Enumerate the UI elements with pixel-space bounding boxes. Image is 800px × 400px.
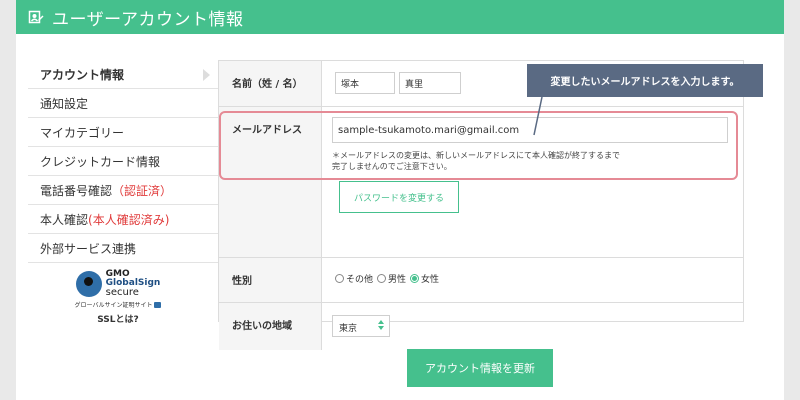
profile-edit-icon — [28, 9, 44, 25]
verified-status: (本人確認済み) — [88, 212, 170, 227]
select-arrows-icon — [378, 320, 384, 330]
sidebar-item-my-category[interactable]: マイカテゴリー — [28, 118, 218, 147]
ssl-sub-text: グローバルサイン証明サイト — [74, 302, 153, 309]
callout-pointer-line — [533, 97, 543, 136]
sidebar-item-identity-verification[interactable]: 本人確認 (本人確認済み) — [28, 205, 218, 234]
sidebar-item-label: 本人確認 — [40, 212, 89, 227]
sidebar-item-label: クレジットカード情報 — [40, 154, 161, 169]
sidebar-item-label: 通知設定 — [40, 96, 89, 111]
sidebar-item-external-services[interactable]: 外部サービス連携 — [28, 234, 218, 263]
gender-row: 性別 その他 男性 女性 — [219, 258, 743, 303]
tooltip-callout: 変更したいメールアドレスを入力します。 — [527, 64, 763, 97]
chevron-right-icon — [203, 69, 210, 81]
page-title: ユーザーアカウント情報 — [52, 9, 244, 30]
ssl-info-link[interactable]: SSLとは? — [68, 312, 168, 325]
sidebar-item-phone-verification[interactable]: 電話番号確認 （認証済） — [28, 176, 218, 205]
sidebar-item-account-info[interactable]: アカウント情報 — [28, 60, 218, 89]
gender-radio-group: その他 男性 女性 — [335, 272, 443, 285]
sidebar-item-label: 電話番号確認 — [40, 183, 113, 198]
sidebar-item-notifications[interactable]: 通知設定 — [28, 89, 218, 118]
sidebar-item-label: アカウント情報 — [40, 67, 125, 82]
region-label: お住いの地域 — [232, 321, 292, 332]
page-header: ユーザーアカウント情報 — [16, 0, 784, 34]
name-label: 名前（姓 / 名） — [232, 79, 303, 90]
globalsign-logo-icon — [75, 271, 102, 297]
ssl-secure-text: secure — [105, 287, 139, 298]
region-select[interactable]: 東京 — [332, 315, 390, 337]
region-select-value: 東京 — [339, 324, 358, 334]
tooltip-text: 変更したいメールアドレスを入力します。 — [550, 77, 740, 88]
sidebar-item-credit-card[interactable]: クレジットカード情報 — [28, 147, 218, 176]
lock-icon — [154, 301, 162, 308]
region-row: お住いの地域 東京 — [219, 303, 743, 350]
radio-label: その他 — [346, 275, 374, 285]
account-form: 名前（姓 / 名） メールアドレス ＊メールアドレスの変更は、新しいメールアドレ… — [218, 60, 744, 350]
gender-label: 性別 — [232, 276, 252, 287]
first-name-input[interactable] — [399, 72, 461, 94]
change-password-button[interactable]: パスワードを変更する — [339, 181, 459, 213]
update-account-button[interactable]: アカウント情報を更新 — [407, 349, 553, 387]
email-highlight-box — [219, 111, 738, 180]
last-name-input[interactable] — [335, 72, 395, 94]
sidebar: アカウント情報 通知設定 マイカテゴリー クレジットカード情報 電話番号確認 （… — [28, 60, 218, 263]
gender-radio-other[interactable] — [335, 274, 344, 283]
radio-label: 男性 — [388, 275, 407, 285]
radio-label: 女性 — [421, 275, 440, 285]
verified-status: （認証済） — [112, 183, 173, 198]
gender-radio-male[interactable] — [377, 274, 387, 283]
ssl-seal[interactable]: GMO GlobalSign secure グローバルサイン証明サイト SSLと… — [68, 270, 168, 325]
sidebar-item-label: 外部サービス連携 — [40, 241, 137, 256]
sidebar-item-label: マイカテゴリー — [40, 125, 125, 140]
gender-radio-female[interactable] — [410, 274, 420, 283]
